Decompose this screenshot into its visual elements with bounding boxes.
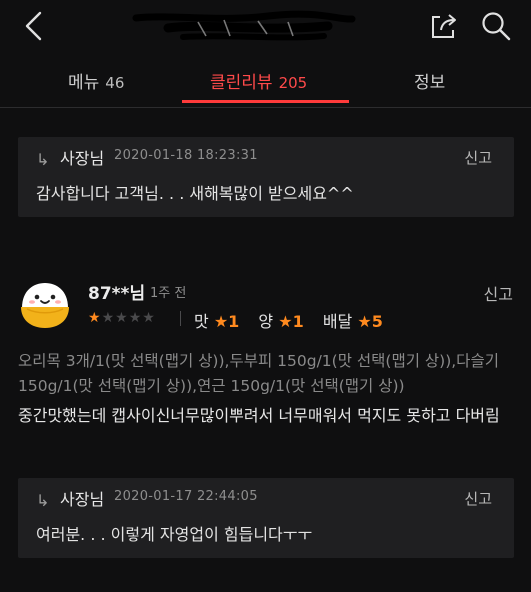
owner-reply: ↳ 사장님 2020-01-17 22:44:05 신고 여러분. . . 이렇… bbox=[18, 478, 514, 558]
rating-divider bbox=[180, 311, 181, 326]
reply-arrow-icon: ↳ bbox=[36, 150, 50, 169]
tab-menu-label: 메뉴 bbox=[68, 73, 100, 93]
reply-owner-name: 사장님 bbox=[60, 149, 105, 168]
star-empty-icon: ★ bbox=[142, 310, 156, 326]
star-icon: ★ bbox=[278, 312, 293, 331]
reply-date: 2020-01-18 18:23:31 bbox=[114, 148, 258, 163]
chevron-left-icon[interactable] bbox=[20, 10, 50, 42]
star-rating: ★★★★★ bbox=[88, 310, 156, 326]
tab-clean-review[interactable]: 클린리뷰 205 bbox=[210, 68, 307, 93]
star-icon: ★ bbox=[213, 312, 229, 331]
reply-arrow-icon: ↳ bbox=[36, 491, 50, 510]
report-button[interactable]: 신고 bbox=[464, 488, 492, 509]
reply-text: 여러분. . . 이렇게 자영업이 힘듭니다ㅜㅜ bbox=[36, 525, 313, 544]
top-bar bbox=[0, 0, 531, 54]
rating-taste-label: 맛 bbox=[194, 312, 209, 331]
store-title-redacted bbox=[132, 10, 356, 41]
owner-reply: ↳ 사장님 2020-01-18 18:23:31 신고 감사합니다 고객님. … bbox=[18, 137, 514, 217]
rating-delivery-label: 배달 bbox=[322, 312, 353, 331]
share-icon[interactable] bbox=[429, 11, 459, 41]
tab-info[interactable]: 정보 bbox=[414, 68, 445, 93]
review-text: 중간맛했는데 캡사이신너무많이뿌려서 너무매워서 먹지도 못하고 다버림 bbox=[18, 406, 500, 425]
rating-delivery-value: 5 bbox=[371, 312, 383, 331]
reply-owner-name: 사장님 bbox=[60, 490, 105, 509]
reply-text: 감사합니다 고객님. . . 새해복많이 받으세요^^ bbox=[36, 184, 354, 203]
star-empty-icon: ★ bbox=[115, 310, 129, 326]
star-filled-icon: ★ bbox=[88, 310, 102, 326]
star-empty-icon: ★ bbox=[128, 310, 143, 326]
tab-info-label: 정보 bbox=[414, 73, 446, 93]
report-button[interactable]: 신고 bbox=[484, 281, 513, 305]
rating-taste-value: 1 bbox=[228, 312, 240, 331]
active-tab-indicator bbox=[182, 100, 349, 103]
tab-clean-review-label: 클린리뷰 bbox=[210, 73, 273, 93]
rating-amount-value: 1 bbox=[292, 312, 304, 331]
star-icon: ★ bbox=[357, 312, 372, 331]
star-empty-icon: ★ bbox=[101, 310, 116, 326]
review-time: 1주 전 bbox=[150, 286, 187, 301]
reply-date: 2020-01-17 22:44:05 bbox=[114, 489, 258, 504]
rating-amount-label: 양 bbox=[258, 312, 274, 331]
detail-ratings: 맛 ★1 양 ★1 배달 ★5 bbox=[194, 308, 383, 332]
search-icon[interactable] bbox=[480, 10, 512, 42]
report-button[interactable]: 신고 bbox=[464, 147, 492, 168]
rice-bowl-avatar-icon bbox=[21, 283, 69, 328]
ordered-menu: 오리목 3개/1(맛 선택(맵기 상)),두부피 150g/1(맛 선택(맵기 … bbox=[18, 352, 499, 395]
reviewer-nickname: 87**님 bbox=[88, 284, 146, 304]
tab-clean-review-count: 205 bbox=[278, 74, 308, 92]
tab-menu[interactable]: 메뉴 46 bbox=[68, 68, 124, 93]
tab-menu-count: 46 bbox=[105, 74, 125, 92]
